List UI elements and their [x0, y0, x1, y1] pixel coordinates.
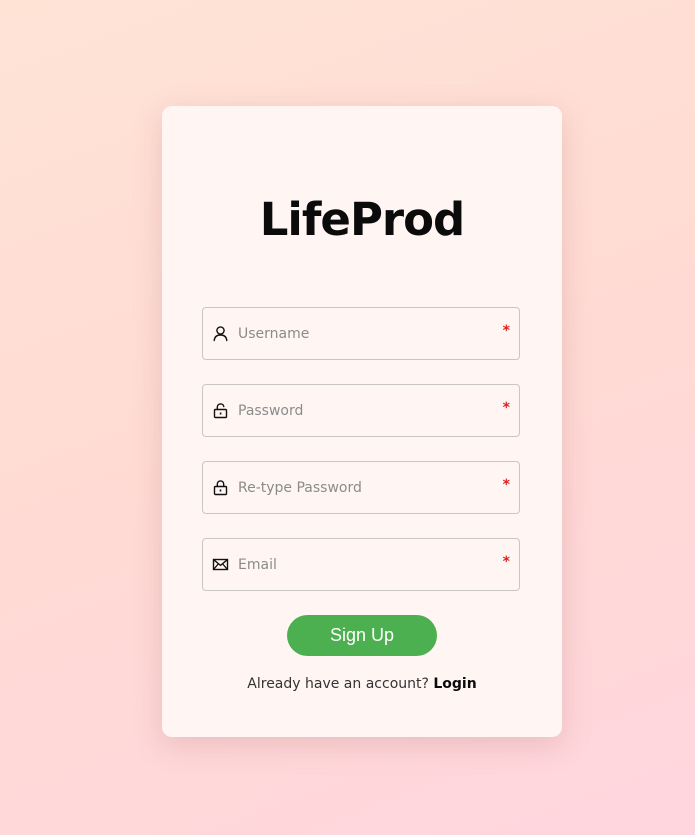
lock-icon: [212, 479, 229, 496]
login-link[interactable]: Login: [433, 676, 476, 692]
user-icon: [212, 325, 229, 342]
email-field[interactable]: *: [202, 538, 520, 591]
password-input[interactable]: [238, 385, 498, 436]
username-input[interactable]: [238, 308, 498, 359]
login-prompt: Already have an account? Login: [162, 676, 562, 692]
required-mark: *: [502, 400, 510, 416]
signup-card: LifeProd * *: [162, 106, 562, 737]
retype-password-field[interactable]: *: [202, 461, 520, 514]
login-prompt-text: Already have an account?: [247, 676, 429, 692]
required-mark: *: [502, 477, 510, 493]
required-mark: *: [502, 323, 510, 339]
app-title: LifeProd: [259, 193, 466, 246]
password-field[interactable]: *: [202, 384, 520, 437]
username-field[interactable]: *: [202, 307, 520, 360]
envelope-icon: [212, 556, 229, 573]
unlock-icon: [212, 402, 229, 419]
retype-password-input[interactable]: [238, 462, 498, 513]
sign-up-button[interactable]: Sign Up: [287, 615, 437, 656]
required-mark: *: [502, 554, 510, 570]
email-input[interactable]: [238, 539, 498, 590]
